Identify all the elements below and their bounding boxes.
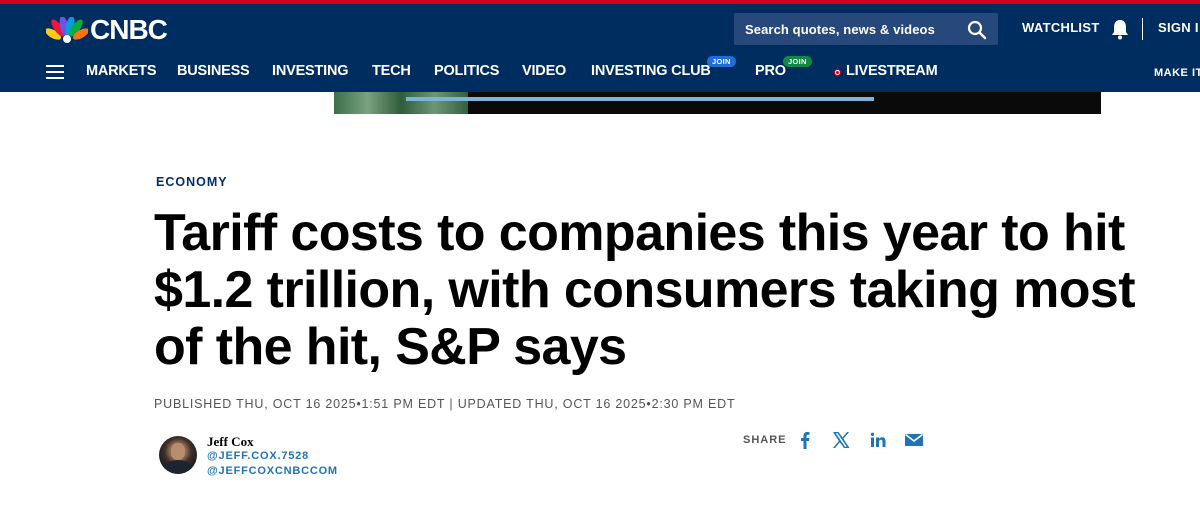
nav-business[interactable]: BUSINESS <box>177 63 250 79</box>
search-placeholder: Search quotes, news & videos <box>745 21 935 37</box>
nav-markets[interactable]: MARKETS <box>86 63 156 79</box>
nav-livestream[interactable]: LIVESTREAM <box>846 63 938 79</box>
make-it-link[interactable]: MAKE IT <box>1154 67 1200 79</box>
header-divider <box>1142 18 1143 40</box>
author-name[interactable]: Jeff Cox <box>207 434 254 450</box>
facebook-icon[interactable] <box>795 431 815 449</box>
linkedin-icon[interactable] <box>868 431 888 449</box>
email-icon[interactable] <box>904 431 924 449</box>
advertisement-banner[interactable] <box>334 92 1101 114</box>
live-indicator-icon <box>834 69 841 76</box>
sign-in-link[interactable]: SIGN I <box>1158 20 1199 35</box>
nav-video[interactable]: VIDEO <box>522 63 566 79</box>
publish-dates: PUBLISHED THU, OCT 16 2025•1:51 PM EDT |… <box>154 397 736 411</box>
investing-club-join-badge[interactable]: JOIN <box>707 56 736 67</box>
search-input[interactable]: Search quotes, news & videos <box>734 13 998 45</box>
section-eyebrow[interactable]: ECONOMY <box>156 175 228 189</box>
nav-tech[interactable]: TECH <box>372 63 411 79</box>
bell-icon[interactable] <box>1110 18 1130 40</box>
nav-investing[interactable]: INVESTING <box>272 63 349 79</box>
pro-join-badge[interactable]: JOIN <box>783 56 812 67</box>
ad-image <box>334 92 468 114</box>
nav-investing-club[interactable]: INVESTING CLUB <box>591 63 711 79</box>
article-headline: Tariff costs to companies this year to h… <box>154 204 1136 376</box>
author-facebook-handle[interactable]: @JEFF.COX.7528 <box>207 450 309 462</box>
watchlist-link[interactable]: WATCHLIST <box>1022 20 1100 35</box>
author-avatar[interactable] <box>159 436 197 474</box>
search-icon[interactable] <box>967 20 987 40</box>
author-twitter-handle[interactable]: @JEFFCOXCNBCCOM <box>207 465 338 477</box>
hamburger-icon[interactable] <box>46 65 64 79</box>
share-label: SHARE <box>743 434 787 446</box>
cnbc-logo[interactable]: CNBC <box>46 14 168 45</box>
nav-politics[interactable]: POLITICS <box>434 63 499 79</box>
peacock-icon <box>46 17 88 43</box>
x-icon[interactable] <box>831 431 851 449</box>
nav-pro[interactable]: PRO <box>755 63 786 79</box>
brand-wordmark: CNBC <box>90 14 168 45</box>
ad-graphic-line <box>406 97 874 101</box>
site-header: CNBC Search quotes, news & videos WATCHL… <box>0 4 1200 92</box>
